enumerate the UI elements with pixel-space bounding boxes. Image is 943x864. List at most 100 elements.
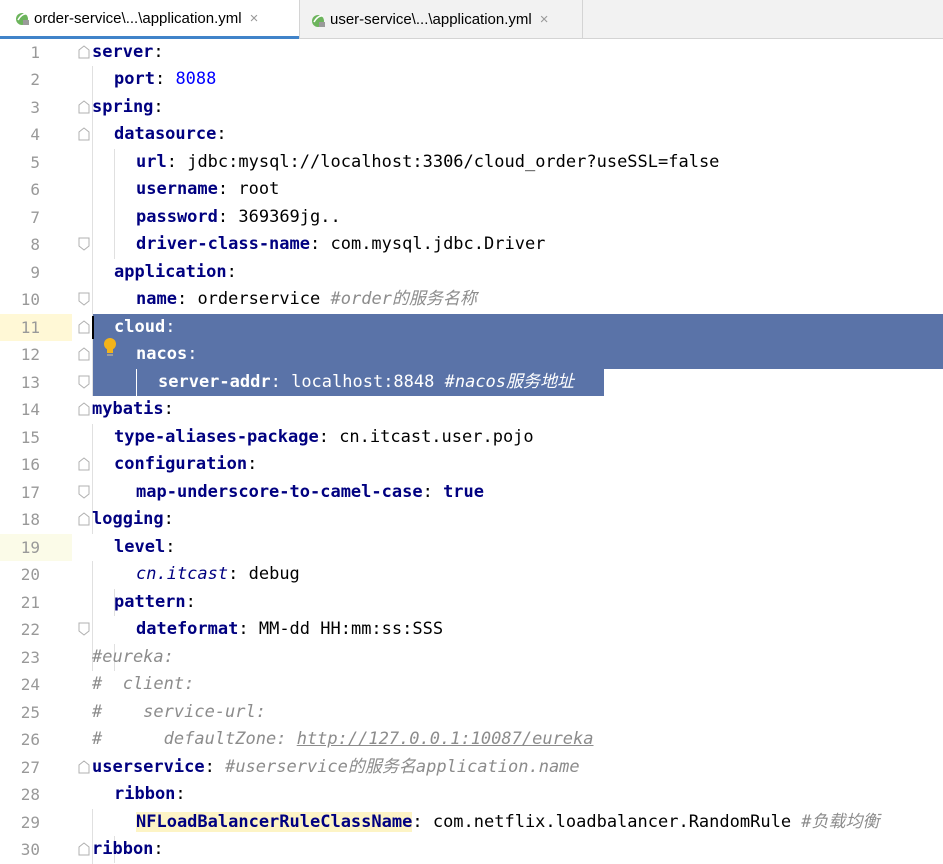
line-number: 14	[20, 400, 40, 419]
yaml-value: root	[238, 179, 280, 199]
code-line: # defaultZone: http://127.0.0.1:10087/eu…	[92, 726, 594, 753]
yaml-key: dateformat	[136, 619, 239, 639]
punctuation: :	[176, 289, 198, 309]
punctuation: :	[204, 757, 226, 777]
fold-marker-icon[interactable]	[78, 347, 90, 361]
tab-order-service-application-yml[interactable]: order-service\...\application.yml ×	[0, 0, 299, 39]
yaml-key: spring	[92, 97, 154, 117]
line-number: 30	[20, 840, 40, 859]
line-number: 20	[20, 565, 40, 584]
fold-marker-icon[interactable]	[78, 457, 90, 471]
yaml-key: url	[136, 152, 167, 172]
fold-marker-icon[interactable]	[78, 512, 90, 526]
punctuation: :	[247, 454, 258, 474]
code-line: username: root	[136, 176, 279, 203]
line-number: 9	[30, 263, 40, 282]
yaml-value: MM-dd HH:mm:ss:SSS	[258, 619, 444, 639]
line-number: 16	[20, 455, 40, 474]
punctuation: :	[187, 344, 198, 364]
code-line: #eureka:	[92, 644, 174, 671]
yaml-key: map-underscore-to-camel-case	[136, 482, 423, 502]
yaml-value: com.mysql.jdbc.Driver	[330, 234, 546, 254]
yaml-key: configuration	[114, 454, 248, 474]
code-line: datasource:	[114, 121, 227, 148]
line-number: 19	[20, 538, 40, 557]
yaml-key: level	[114, 537, 166, 557]
fold-marker-icon[interactable]	[78, 45, 90, 59]
indent-guide	[136, 369, 137, 396]
code-line-selected: server-addr: localhost:8848 #nacos服务地址	[158, 369, 574, 396]
code-line: configuration:	[114, 451, 257, 478]
punctuation: :	[153, 42, 164, 62]
code-line: logging:	[92, 506, 174, 533]
code-line: cn.itcast: debug	[136, 561, 300, 588]
fold-end-icon[interactable]	[78, 622, 90, 636]
fold-marker-icon[interactable]	[78, 320, 90, 334]
fold-end-icon[interactable]	[78, 485, 90, 499]
yaml-value: orderservice	[197, 289, 321, 309]
close-tab-icon[interactable]: ×	[250, 10, 259, 27]
line-number: 13	[20, 373, 40, 392]
punctuation: :	[216, 124, 227, 144]
yaml-key: pattern	[114, 592, 186, 612]
yaml-key: server-addr	[158, 372, 271, 392]
code-line: # service-url:	[92, 699, 266, 726]
line-number: 4	[30, 125, 40, 144]
yaml-comment: # service-url:	[92, 702, 266, 722]
yaml-key: application	[114, 262, 227, 282]
punctuation: :	[163, 509, 174, 529]
yaml-comment: #userservice的服务名application.name	[225, 757, 580, 777]
line-number: 11	[20, 318, 40, 337]
code-line: application:	[114, 259, 237, 286]
code-line: NFLoadBalancerRuleClassName: com.netflix…	[136, 809, 880, 836]
punctuation: :	[165, 317, 176, 337]
editor-tab-bar: order-service\...\application.yml × user…	[0, 0, 943, 39]
line-number: 21	[20, 593, 40, 612]
fold-marker-icon[interactable]	[78, 402, 90, 416]
fold-marker-icon[interactable]	[78, 842, 90, 856]
code-editor[interactable]: 1 2 3 4 5 6 7 8 9 10 11 12 13 14 15 16 1…	[0, 39, 943, 864]
fold-marker-icon[interactable]	[78, 100, 90, 114]
line-number: 7	[30, 208, 40, 227]
tab-label: user-service\...\application.yml	[330, 11, 532, 28]
code-line: level:	[114, 534, 175, 561]
yaml-key-highlighted: NFLoadBalancerRuleClassName	[136, 812, 413, 832]
fold-end-icon[interactable]	[78, 237, 90, 251]
yaml-key: type-aliases-package	[114, 427, 319, 447]
tab-user-service-application-yml[interactable]: user-service\...\application.yml ×	[300, 0, 582, 39]
punctuation: :	[175, 784, 186, 804]
fold-marker-icon[interactable]	[78, 760, 90, 774]
yaml-key: cn.itcast	[136, 564, 229, 584]
yaml-value: debug	[248, 564, 300, 584]
yaml-key: name	[136, 289, 177, 309]
code-line: pattern:	[114, 589, 196, 616]
yaml-value: com.netflix.loadbalancer.RandomRule	[432, 812, 792, 832]
punctuation: :	[412, 812, 433, 832]
line-number: 15	[20, 428, 40, 447]
code-line: url: jdbc:mysql://localhost:3306/cloud_o…	[136, 149, 719, 176]
yaml-key: cloud	[114, 317, 166, 337]
line-number: 10	[20, 290, 40, 309]
comment-link[interactable]: http://127.0.0.1:10087/eureka	[297, 729, 594, 749]
line-number: 2	[30, 70, 40, 89]
close-tab-icon[interactable]: ×	[540, 11, 549, 28]
line-number: 29	[20, 813, 40, 832]
code-line: # client:	[92, 671, 194, 698]
code-line: mybatis:	[92, 396, 174, 423]
line-number: 3	[30, 98, 40, 117]
line-number: 24	[20, 675, 40, 694]
code-line: spring:	[92, 94, 164, 121]
yaml-key: userservice	[92, 757, 205, 777]
code-line: map-underscore-to-camel-case: true	[136, 479, 484, 506]
yaml-value: localhost:8848	[291, 372, 435, 392]
fold-end-icon[interactable]	[78, 375, 90, 389]
line-number: 6	[30, 180, 40, 199]
line-number: 23	[20, 648, 40, 667]
line-number: 8	[30, 235, 40, 254]
fold-end-icon[interactable]	[78, 292, 90, 306]
yaml-key: datasource	[114, 124, 217, 144]
line-number: 22	[20, 620, 40, 639]
fold-marker-icon[interactable]	[78, 127, 90, 141]
yaml-value: cn.itcast.user.pojo	[339, 427, 534, 447]
yaml-file-icon	[312, 14, 325, 27]
